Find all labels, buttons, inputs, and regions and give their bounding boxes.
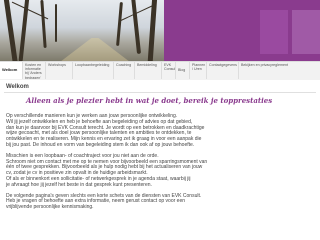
intro-paragraph-1: Op verschillende manieren kun je werken … [6, 113, 314, 149]
intro-paragraph-2: Misschien is een loopbaan- of coachtraje… [6, 153, 314, 189]
nav-item-bemiddeling[interactable]: Bemiddeling [135, 62, 162, 79]
tagline: Alleen als je plezier hebt in wat je doe… [26, 96, 273, 105]
welcome-bar: Welkom [4, 83, 316, 93]
page-title: Welkom [6, 84, 29, 90]
nav-item-kosten[interactable]: Kosten en informatie bij 'Anders bedrage… [23, 62, 46, 79]
nav-item-contactgegevens[interactable]: Contactgegevens [207, 62, 239, 79]
intro-paragraph-3: De volgende pagina's geven slechts een k… [6, 193, 314, 211]
main-nav: Welkom Kosten en informatie bij 'Anders … [0, 61, 320, 81]
nav-item-privacyreglement[interactable]: Bekijken en privacyreglement [239, 62, 320, 79]
nav-item-workshops[interactable]: Workshops [46, 62, 73, 79]
header-banner [164, 0, 320, 61]
nav-item-plannen[interactable]: Plannen / Uren [190, 62, 207, 79]
nav-item-loopbaanbegeleiding[interactable]: Loopbaanbegeleiding [73, 62, 114, 79]
nav-item-blog[interactable]: Blog [176, 62, 190, 79]
nav-item-welkom[interactable]: Welkom [0, 62, 23, 79]
intro-text: Op verschillende manieren kun je werken … [6, 113, 314, 211]
site-header [0, 0, 320, 61]
nav-item-evk-consult[interactable]: EVK Consult [162, 62, 176, 79]
nav-item-coaching[interactable]: Coaching [114, 62, 135, 79]
text-line: je afvraagt hoe jij jezelf het beste in … [6, 181, 152, 188]
main-content: Welkom Alleen als je plezier hebt in wat… [0, 80, 320, 240]
text-line: bij jou past. De inhoud en vorm van bege… [6, 141, 195, 148]
header-photo [0, 0, 164, 61]
text-line: vrijblijvende persoonlijke kennismaking. [6, 204, 94, 211]
